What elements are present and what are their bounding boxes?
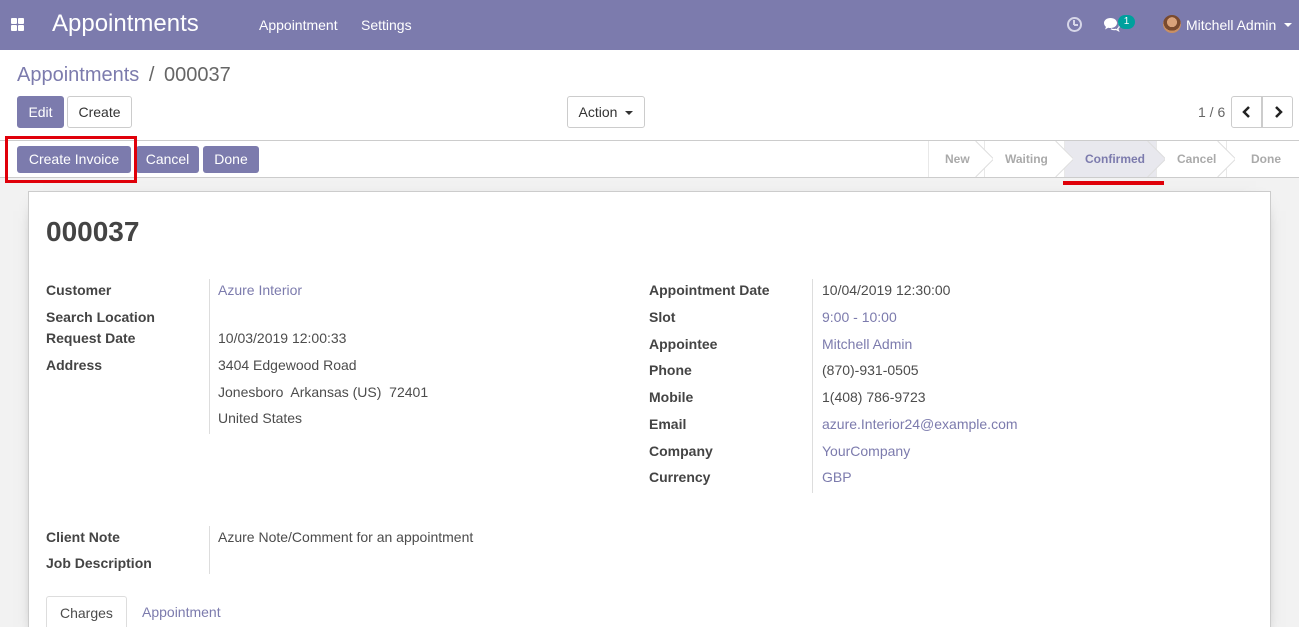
client-note-label: Client Note — [46, 529, 120, 545]
email-field[interactable]: azure.Interior24@example.com — [822, 416, 1018, 432]
pager-previous-button[interactable] — [1231, 96, 1262, 128]
currency-field[interactable]: GBP — [822, 469, 852, 485]
stage-arrow-icon — [1055, 141, 1073, 177]
field-divider — [209, 526, 210, 574]
create-button[interactable]: Create — [67, 96, 132, 128]
customer-field[interactable]: Azure Interior — [218, 282, 302, 298]
stage-label: Done — [1251, 152, 1281, 166]
job-description-label: Job Description — [46, 555, 152, 571]
action-label: Action — [578, 104, 618, 120]
stage-done[interactable]: Done — [1226, 141, 1299, 177]
tab-appointment-geolocation[interactable]: Appointment Geolocation — [142, 596, 221, 627]
stage-cancel[interactable]: Cancel — [1156, 141, 1226, 177]
stage-label: Cancel — [1177, 152, 1217, 166]
stage-arrow-icon — [1217, 141, 1235, 177]
app-title[interactable]: Appointments — [52, 10, 199, 38]
tab-charges[interactable]: Charges — [46, 596, 127, 627]
menu-settings[interactable]: Settings — [361, 17, 412, 33]
stage-label: Waiting — [1005, 152, 1048, 166]
breadcrumb-parent-link[interactable]: Appointments — [17, 64, 139, 86]
address-country[interactable]: United States — [218, 410, 302, 426]
edit-button[interactable]: Edit — [17, 96, 64, 128]
mobile-label: Mobile — [649, 389, 694, 405]
top-navbar: Appointments Appointment Settings 1 Mitc… — [0, 0, 1299, 50]
action-dropdown-button[interactable]: Action — [567, 96, 645, 128]
customer-label: Customer — [46, 282, 112, 298]
breadcrumb-separator: / — [148, 64, 155, 86]
stage-confirmed[interactable]: Confirmed — [1064, 141, 1156, 177]
stage-waiting[interactable]: Waiting — [984, 141, 1064, 177]
breadcrumb: Appointments / 000037 — [17, 64, 231, 87]
currency-label: Currency — [649, 469, 711, 485]
company-label: Company — [649, 443, 713, 459]
address-label: Address — [46, 357, 103, 373]
annotation-highlight-box — [5, 136, 137, 183]
apps-grid-icon[interactable] — [11, 18, 24, 31]
slot-field[interactable]: 9:00 - 10:00 — [822, 309, 897, 325]
phone-field[interactable]: (870)-931-0505 — [822, 362, 919, 378]
status-bar: Create Invoice Cancel Done New Waiting C… — [0, 141, 1299, 178]
chevron-left-icon — [1242, 106, 1250, 118]
search-location-label: Search Location — [46, 309, 155, 325]
address-street[interactable]: 3404 Edgewood Road — [218, 357, 357, 373]
field-divider — [209, 279, 210, 434]
user-avatar[interactable] — [1163, 15, 1181, 33]
breadcrumb-current: 000037 — [163, 64, 231, 86]
control-panel: Appointments / 000037 Edit Create Action… — [0, 50, 1299, 141]
menu-appointment[interactable]: Appointment — [259, 17, 338, 33]
client-note-field[interactable]: Azure Note/Comment for an appointment — [218, 529, 473, 545]
stage-pipeline: New Waiting Confirmed Cancel Done — [928, 141, 1299, 177]
chevron-right-icon — [1275, 106, 1283, 118]
pager-value[interactable]: 1 / 6 — [1198, 104, 1225, 120]
address-city-state-zip[interactable]: Jonesboro Arkansas (US) 72401 — [218, 384, 428, 400]
stage-arrow-icon — [1147, 141, 1165, 177]
appointment-date-label: Appointment Date — [649, 282, 770, 298]
done-button[interactable]: Done — [203, 146, 259, 173]
company-field[interactable]: YourCompany — [822, 443, 910, 459]
email-label: Email — [649, 416, 687, 432]
appointee-label: Appointee — [649, 336, 718, 352]
activity-clock-icon[interactable] — [1067, 17, 1082, 32]
action-caret-icon — [625, 111, 634, 116]
stage-new[interactable]: New — [928, 141, 984, 177]
user-menu-name[interactable]: Mitchell Admin — [1186, 17, 1276, 33]
appointment-date-field[interactable]: 10/04/2019 12:30:00 — [822, 282, 950, 298]
record-name: 000037 — [46, 216, 140, 247]
mobile-field[interactable]: 1(408) 786-9723 — [822, 389, 926, 405]
stage-arrow-icon — [975, 141, 993, 177]
pager-next-button[interactable] — [1262, 96, 1293, 128]
phone-label: Phone — [649, 362, 692, 378]
user-menu-caret-icon[interactable] — [1284, 23, 1292, 27]
slot-label: Slot — [649, 309, 676, 325]
stage-label: Confirmed — [1085, 152, 1145, 166]
field-divider — [812, 279, 813, 493]
annotation-underline — [1063, 181, 1164, 185]
chat-count-badge: 1 — [1118, 15, 1135, 29]
cancel-button[interactable]: Cancel — [136, 146, 199, 173]
stage-label: New — [945, 152, 970, 166]
form-sheet — [28, 191, 1271, 627]
appointee-field[interactable]: Mitchell Admin — [822, 336, 912, 352]
request-date-label: Request Date — [46, 330, 136, 346]
request-date-field[interactable]: 10/03/2019 12:00:33 — [218, 330, 346, 346]
